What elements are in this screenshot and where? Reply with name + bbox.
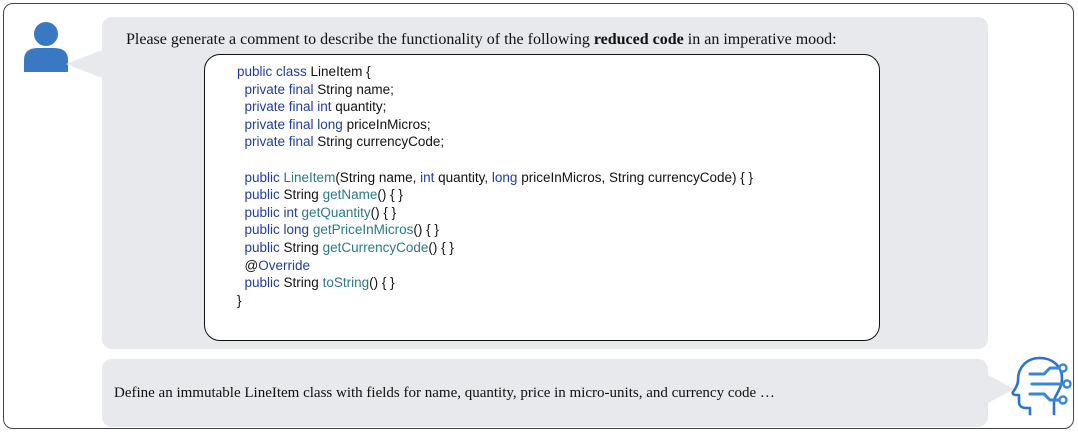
code-token: toString bbox=[322, 275, 370, 291]
user-icon bbox=[24, 22, 68, 72]
code-token: public bbox=[237, 275, 284, 291]
code-token: () { } bbox=[428, 239, 454, 255]
code-token: getName bbox=[322, 187, 378, 203]
code-token: public long bbox=[237, 222, 313, 238]
code-line: public String getName() { } bbox=[237, 186, 753, 204]
code-line: private final int quantity; bbox=[237, 98, 753, 116]
code-token: getQuantity bbox=[301, 204, 371, 220]
code-line: public LineItem(String name, int quantit… bbox=[237, 169, 754, 187]
code-token: private final int bbox=[237, 99, 336, 115]
prompt-text-after: in an imperative mood: bbox=[683, 31, 837, 48]
code-token: LineItem bbox=[283, 169, 336, 185]
code-token: @ bbox=[237, 257, 259, 273]
code-token: public bbox=[237, 239, 284, 255]
code-token: priceInMicros, String currencyCode) { } bbox=[521, 169, 754, 185]
code-token: () { } bbox=[377, 187, 403, 203]
code-line: public class LineItem { bbox=[237, 63, 753, 81]
code-token: Override bbox=[258, 257, 310, 273]
prompt-text-before: Please generate a comment to describe th… bbox=[126, 31, 594, 48]
code-token: long bbox=[491, 169, 522, 185]
code-token: getPriceInMicros bbox=[312, 222, 414, 238]
code-token: String currencyCode; bbox=[317, 134, 445, 150]
code-line: public int getQuantity() { } bbox=[237, 204, 753, 222]
code-token: getCurrencyCode bbox=[322, 239, 429, 255]
code-token: (String name, bbox=[335, 169, 421, 185]
code-token: int bbox=[420, 169, 439, 185]
code-token: private final bbox=[237, 134, 318, 150]
code-token: priceInMicros; bbox=[346, 116, 431, 132]
prompt-text: Please generate a comment to describe th… bbox=[126, 31, 986, 49]
code-token: LineItem { bbox=[310, 64, 371, 79]
code-line: } bbox=[237, 292, 753, 310]
code-token: () { } bbox=[413, 222, 439, 238]
code-token: () { } bbox=[370, 204, 397, 220]
code-line: private final String name; bbox=[237, 81, 753, 99]
reply-bubble: Define an immutable LineItem class with … bbox=[102, 359, 988, 427]
code-token: String bbox=[283, 187, 323, 203]
prompt-text-bold: reduced code bbox=[593, 31, 684, 48]
code-token: private final bbox=[237, 81, 318, 97]
code-line: @Override bbox=[237, 257, 753, 275]
code-line: private final String currencyCode; bbox=[237, 133, 753, 151]
ai-head-icon bbox=[1011, 356, 1072, 416]
code-token: public int bbox=[237, 204, 302, 220]
code-token: public bbox=[237, 187, 284, 203]
code-token: public class bbox=[237, 64, 311, 79]
code-line: public String toString() { } bbox=[237, 274, 753, 292]
code-token: String bbox=[283, 275, 323, 291]
code-box: public class LineItem { private final St… bbox=[204, 54, 880, 341]
code-token: quantity; bbox=[335, 99, 387, 115]
code-token: } bbox=[237, 292, 242, 308]
code-token: String name; bbox=[317, 81, 394, 97]
prompt-bubble-tail bbox=[66, 50, 102, 78]
code-token: public bbox=[237, 169, 284, 185]
code-token: String bbox=[283, 239, 323, 255]
code-line: private final long priceInMicros; bbox=[237, 116, 753, 134]
code-token: private final long bbox=[237, 116, 347, 132]
code-token: () { } bbox=[369, 275, 395, 291]
code-block: public class LineItem { private final St… bbox=[237, 63, 753, 309]
reply-text: Define an immutable LineItem class with … bbox=[114, 385, 775, 401]
code-line: public String getCurrencyCode() { } bbox=[237, 239, 753, 257]
code-token: quantity, bbox=[438, 169, 492, 185]
code-line: public long getPriceInMicros() { } bbox=[237, 221, 753, 239]
